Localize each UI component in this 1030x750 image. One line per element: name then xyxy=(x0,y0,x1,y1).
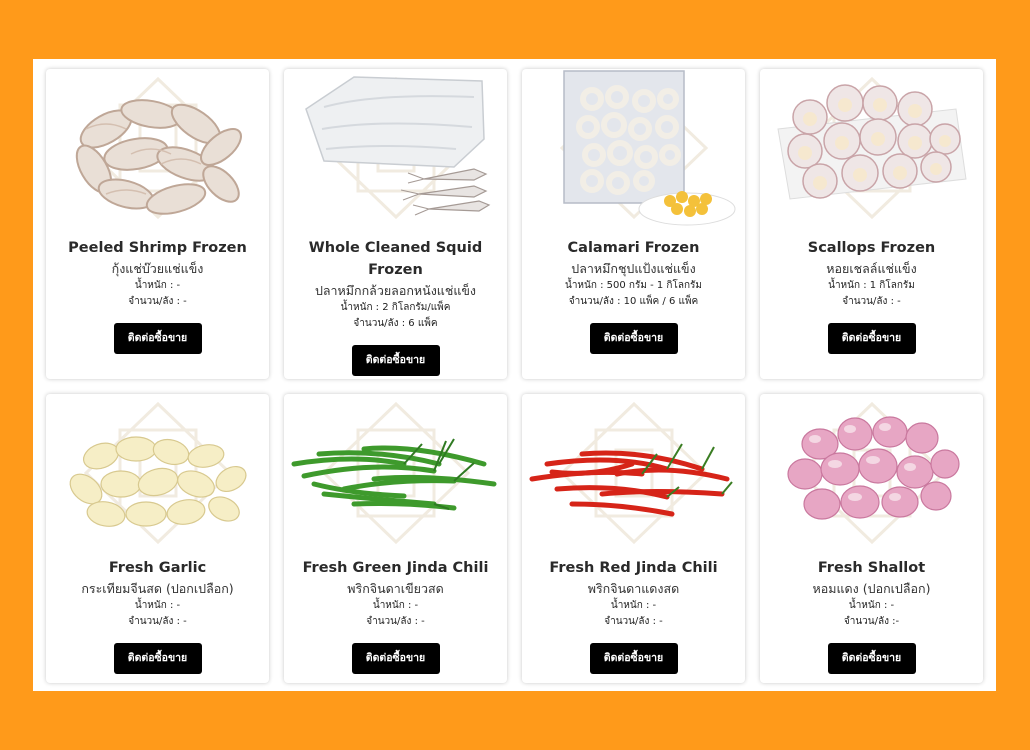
product-name: Fresh Red Jinda Chili xyxy=(549,560,718,576)
product-thai-name: ปลาหมึกกล้วยลอกหนังแช่แข็ง xyxy=(314,283,477,298)
product-card: Fresh Shallot หอมแดง (ปอกเปลือก) น้ำหนัก… xyxy=(760,394,983,683)
product-panel: Peeled Shrimp Frozen กุ้งแช่บ๊วยแช่แข็ง … xyxy=(33,59,996,691)
product-quantity: จำนวน/ลัง : - xyxy=(128,615,187,627)
product-thai-name: กระเทียมจีนสด (ปอกเปลือก) xyxy=(81,581,234,596)
product-card: Peeled Shrimp Frozen กุ้งแช่บ๊วยแช่แข็ง … xyxy=(46,69,269,379)
product-weight: น้ำหนัก : - xyxy=(134,280,181,291)
product-quantity: จำนวน/ลัง : - xyxy=(128,295,187,307)
contact-button[interactable]: ติดต่อซื้อขาย xyxy=(827,323,916,354)
contact-button[interactable]: ติดต่อซื้อขาย xyxy=(113,323,202,354)
product-weight: น้ำหนัก : - xyxy=(134,600,181,611)
squid-image xyxy=(284,69,507,227)
product-card: Fresh Red Jinda Chili พริกจินดาแดงสด น้ำ… xyxy=(522,394,745,683)
product-grid: Peeled Shrimp Frozen กุ้งแช่บ๊วยแช่แข็ง … xyxy=(46,69,983,683)
product-thai-name: พริกจินดาแดงสด xyxy=(587,581,680,596)
contact-button[interactable]: ติดต่อซื้อขาย xyxy=(589,323,678,354)
product-name: Fresh Garlic xyxy=(108,560,207,576)
product-thai-name: กุ้งแช่บ๊วยแช่แข็ง xyxy=(111,261,204,276)
product-weight: น้ำหนัก : - xyxy=(610,600,657,611)
contact-button[interactable]: ติดต่อซื้อขาย xyxy=(589,643,678,674)
product-name: Fresh Shallot xyxy=(817,560,926,576)
shrimp-image xyxy=(46,69,269,227)
green-chili-image xyxy=(284,394,507,552)
product-quantity: จำนวน/ลัง : - xyxy=(366,615,425,627)
product-thai-name: หอยเชลล์แช่แข็ง xyxy=(826,261,917,276)
product-quantity: จำนวน/ลัง : 6 แพ็ค xyxy=(353,317,438,329)
contact-button[interactable]: ติดต่อซื้อขาย xyxy=(351,643,440,674)
product-quantity: จำนวน/ลัง : - xyxy=(604,615,663,627)
contact-button[interactable]: ติดต่อซื้อขาย xyxy=(351,345,440,376)
product-weight: น้ำหนัก : 500 กรัม - 1 กิโลกรัม xyxy=(564,280,703,291)
product-name: Peeled Shrimp Frozen xyxy=(68,240,247,256)
product-name: Whole Cleaned Squid Frozen xyxy=(308,240,483,278)
contact-button[interactable]: ติดต่อซื้อขาย xyxy=(113,643,202,674)
red-chili-image xyxy=(522,394,745,552)
garlic-image xyxy=(46,394,269,552)
scallops-image xyxy=(760,69,983,227)
calamari-image xyxy=(522,69,745,227)
product-name: Calamari Frozen xyxy=(567,240,700,256)
product-card: Calamari Frozen ปลาหมึกชุปแป้งแช่แข็ง น้… xyxy=(522,69,745,379)
product-quantity: จำนวน/ลัง : 10 แพ็ค / 6 แพ็ค xyxy=(568,295,699,307)
product-weight: น้ำหนัก : 1 กิโลกรัม xyxy=(828,280,915,291)
product-card: Fresh Green Jinda Chili พริกจินดาเขียวสด… xyxy=(284,394,507,683)
product-name: Fresh Green Jinda Chili xyxy=(302,560,489,576)
product-thai-name: พริกจินดาเขียวสด xyxy=(347,581,444,596)
product-quantity: จำนวน/ลัง :- xyxy=(843,615,900,627)
product-weight: น้ำหนัก : 2 กิโลกรัม/แพ็ค xyxy=(340,302,451,313)
product-weight: น้ำหนัก : - xyxy=(848,600,895,611)
shallot-image xyxy=(760,394,983,552)
product-card: Whole Cleaned Squid Frozen ปลาหมึกกล้วยล… xyxy=(284,69,507,379)
contact-button[interactable]: ติดต่อซื้อขาย xyxy=(827,643,916,674)
product-thai-name: หอมแดง (ปอกเปลือก) xyxy=(812,581,931,596)
product-card: Fresh Garlic กระเทียมจีนสด (ปอกเปลือก) น… xyxy=(46,394,269,683)
product-weight: น้ำหนัก : - xyxy=(372,600,419,611)
product-thai-name: ปลาหมึกชุปแป้งแช่แข็ง xyxy=(571,261,696,276)
product-card: Scallops Frozen หอยเชลล์แช่แข็ง น้ำหนัก … xyxy=(760,69,983,379)
product-name: Scallops Frozen xyxy=(807,240,936,256)
product-quantity: จำนวน/ลัง : - xyxy=(842,295,901,307)
